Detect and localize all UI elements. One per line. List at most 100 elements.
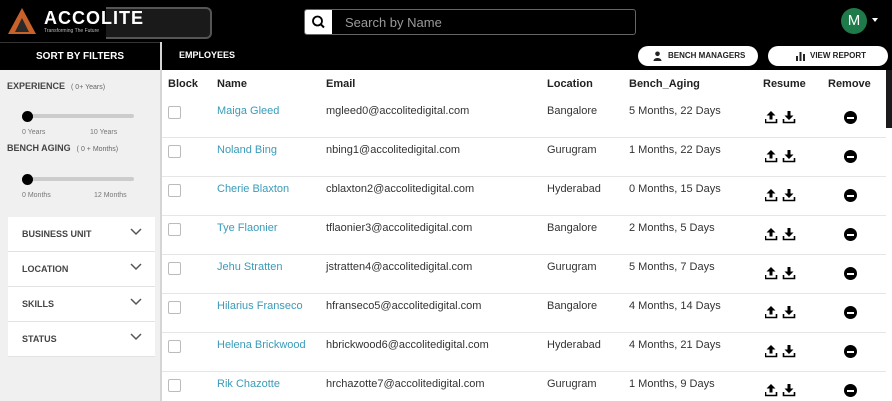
column-header-remove[interactable]: Remove bbox=[828, 78, 871, 90]
experience-max-label: 10 Years bbox=[90, 129, 118, 136]
avatar[interactable]: M bbox=[841, 8, 867, 34]
remove-circle-icon[interactable] bbox=[844, 150, 857, 163]
employee-email: nbing1@accolitedigital.com bbox=[326, 144, 461, 156]
employee-name-link[interactable]: Noland Bing bbox=[217, 144, 277, 156]
block-checkbox[interactable] bbox=[168, 106, 181, 119]
caret-down-icon[interactable] bbox=[872, 18, 878, 22]
block-checkbox[interactable] bbox=[168, 379, 181, 392]
block-checkbox[interactable] bbox=[168, 223, 181, 236]
download-icon[interactable] bbox=[782, 189, 796, 202]
employee-location: Bangalore bbox=[547, 105, 598, 117]
table-row: Hilarius Franseco hfranseco5@accolitedig… bbox=[162, 293, 886, 333]
employee-name-link[interactable]: Tye Flaonier bbox=[217, 222, 278, 234]
bench-managers-button[interactable]: BENCH MANAGERS bbox=[638, 46, 758, 66]
employee-name-link[interactable]: Rik Chazotte bbox=[217, 378, 280, 390]
download-icon[interactable] bbox=[782, 111, 796, 124]
employee-name-link[interactable]: Helena Brickwood bbox=[217, 339, 306, 351]
upload-icon[interactable] bbox=[765, 345, 778, 358]
table-row: Tye Flaonier tflaonier3@accolitedigital.… bbox=[162, 215, 886, 255]
user-icon bbox=[653, 51, 662, 61]
employee-bench-aging: 0 Months, 15 Days bbox=[629, 183, 721, 195]
upload-icon[interactable] bbox=[765, 111, 778, 124]
employee-email: hfranseco5@accolitedigital.com bbox=[326, 300, 482, 312]
table-scrollbar[interactable] bbox=[886, 70, 892, 128]
download-icon[interactable] bbox=[782, 150, 796, 163]
download-icon[interactable] bbox=[782, 384, 796, 397]
table-row: Rik Chazotte hrchazotte7@accolitedigital… bbox=[162, 371, 886, 401]
experience-slider-handle[interactable] bbox=[22, 110, 33, 122]
view-report-label: VIEW REPORT bbox=[810, 51, 867, 60]
upload-icon[interactable] bbox=[765, 228, 778, 241]
employee-name-link[interactable]: Cherie Blaxton bbox=[217, 183, 289, 195]
employee-name-link[interactable]: Maiga Gleed bbox=[217, 105, 279, 117]
experience-slider[interactable] bbox=[22, 110, 134, 122]
download-icon[interactable] bbox=[782, 267, 796, 280]
bench-aging-slider[interactable] bbox=[22, 173, 134, 185]
remove-circle-icon[interactable] bbox=[844, 189, 857, 202]
bench-aging-filter-title: BENCH AGING( 0 + Months) bbox=[7, 143, 119, 153]
employee-email: cblaxton2@accolitedigital.com bbox=[326, 183, 475, 195]
block-checkbox[interactable] bbox=[168, 184, 181, 197]
employee-bench-aging: 4 Months, 21 Days bbox=[629, 339, 721, 351]
upload-icon[interactable] bbox=[765, 384, 778, 397]
column-header-location[interactable]: Location bbox=[547, 78, 593, 90]
accordion-skills[interactable]: SKILLS bbox=[8, 287, 155, 322]
upload-icon[interactable] bbox=[765, 150, 778, 163]
accordion-business-unit[interactable]: BUSINESS UNIT bbox=[8, 217, 155, 252]
remove-circle-icon[interactable] bbox=[844, 384, 857, 397]
view-report-button[interactable]: VIEW REPORT bbox=[768, 46, 888, 66]
download-icon[interactable] bbox=[782, 228, 796, 241]
brand-logo[interactable]: ACCOLITE Transforming The Future bbox=[6, 6, 212, 39]
remove-circle-icon[interactable] bbox=[844, 306, 857, 319]
upload-icon[interactable] bbox=[765, 306, 778, 319]
accordion-status[interactable]: STATUS bbox=[8, 322, 155, 357]
accordion-label: BUSINESS UNIT bbox=[22, 229, 92, 239]
download-icon[interactable] bbox=[782, 306, 796, 319]
experience-min-label: 0 Years bbox=[22, 129, 46, 136]
resume-actions bbox=[765, 384, 796, 397]
remove-circle-icon[interactable] bbox=[844, 228, 857, 241]
upload-icon[interactable] bbox=[765, 189, 778, 202]
table-row: Helena Brickwood hbrickwood6@accolitedig… bbox=[162, 332, 886, 372]
search-input[interactable] bbox=[337, 10, 627, 34]
column-header-resume[interactable]: Resume bbox=[763, 78, 806, 90]
resume-actions bbox=[765, 189, 796, 202]
upload-icon[interactable] bbox=[765, 267, 778, 280]
employee-email: jstratten4@accolitedigital.com bbox=[326, 261, 473, 273]
column-header-bench-aging[interactable]: Bench_Aging bbox=[629, 78, 700, 90]
employee-bench-aging: 1 Months, 22 Days bbox=[629, 144, 721, 156]
chevron-down-icon bbox=[130, 263, 142, 271]
experience-filter-title: EXPERIENCE( 0+ Years) bbox=[7, 81, 106, 91]
employee-name-link[interactable]: Hilarius Franseco bbox=[217, 300, 303, 312]
bench-aging-slider-handle[interactable] bbox=[22, 173, 33, 185]
employee-email: hbrickwood6@accolitedigital.com bbox=[326, 339, 489, 351]
accordion-location[interactable]: LOCATION bbox=[8, 252, 155, 287]
accordion-label: SKILLS bbox=[22, 299, 55, 309]
download-icon[interactable] bbox=[782, 345, 796, 358]
remove-circle-icon[interactable] bbox=[844, 111, 857, 124]
column-header-email[interactable]: Email bbox=[326, 78, 355, 90]
logo-tagline: Transforming The Future bbox=[44, 28, 100, 34]
employee-location: Hyderabad bbox=[547, 183, 601, 195]
employees-header: EMPLOYEES BENCH MANAGERS VIEW REPORT bbox=[162, 42, 892, 70]
employee-location: Gurugram bbox=[547, 261, 597, 273]
block-checkbox[interactable] bbox=[168, 145, 181, 158]
column-header-name[interactable]: Name bbox=[217, 78, 247, 90]
bench-aging-min-label: 0 Months bbox=[22, 192, 51, 199]
block-checkbox[interactable] bbox=[168, 262, 181, 275]
search-icon bbox=[312, 15, 325, 29]
chevron-down-icon bbox=[130, 228, 142, 236]
table-row: Cherie Blaxton cblaxton2@accolitedigital… bbox=[162, 176, 886, 216]
remove-circle-icon[interactable] bbox=[844, 267, 857, 280]
table-header: Block Name Email Location Bench_Aging Re… bbox=[162, 70, 892, 98]
accordion-label: STATUS bbox=[22, 334, 57, 344]
employee-bench-aging: 4 Months, 14 Days bbox=[629, 300, 721, 312]
employee-location: Gurugram bbox=[547, 144, 597, 156]
column-header-block[interactable]: Block bbox=[168, 78, 198, 90]
block-checkbox[interactable] bbox=[168, 340, 181, 353]
employee-name-link[interactable]: Jehu Stratten bbox=[217, 261, 282, 273]
block-checkbox[interactable] bbox=[168, 301, 181, 314]
search-button[interactable] bbox=[305, 10, 332, 34]
employee-location: Gurugram bbox=[547, 378, 597, 390]
remove-circle-icon[interactable] bbox=[844, 345, 857, 358]
